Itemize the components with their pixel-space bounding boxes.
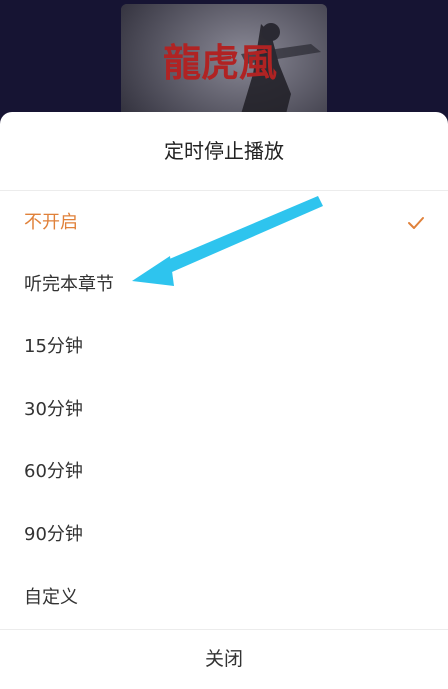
option-custom[interactable]: 自定义 [0,567,448,629]
cover-title-art: 龍虎風 [163,40,277,85]
option-90-min[interactable]: 90分钟 [0,504,448,566]
title-divider [0,190,448,191]
option-label: 15分钟 [24,336,83,357]
sleep-timer-sheet: 定时停止播放 不开启 听完本章节 15分钟 30分钟 60分钟 90分钟 自定义… [0,112,448,689]
close-button[interactable]: 关闭 [0,630,448,689]
option-label: 60分钟 [24,461,83,482]
check-icon [408,217,424,229]
option-label: 听完本章节 [24,274,114,295]
option-label: 不开启 [24,212,78,233]
option-15-min[interactable]: 15分钟 [0,316,448,378]
option-60-min[interactable]: 60分钟 [0,441,448,503]
option-30-min[interactable]: 30分钟 [0,379,448,441]
sheet-title: 定时停止播放 [164,139,284,163]
option-label: 30分钟 [24,399,83,420]
option-label: 自定义 [24,587,78,608]
screen: 龍虎風 定时停止播放 不开启 听完本章节 15分钟 30分钟 60分钟 90分钟… [0,0,448,689]
option-finish-chapter[interactable]: 听完本章节 [0,254,448,316]
option-label: 90分钟 [24,524,83,545]
option-off[interactable]: 不开启 [0,192,448,254]
